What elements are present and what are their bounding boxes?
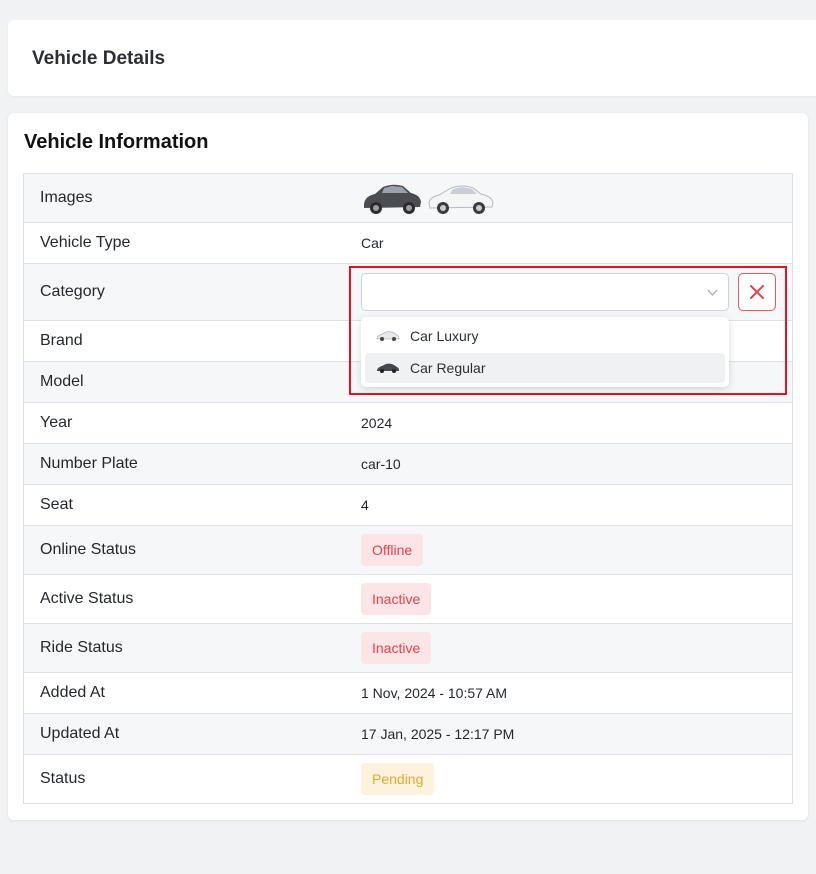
table-row: Number Plate car-10 — [23, 443, 793, 485]
dropdown-option-car-regular[interactable]: Car Regular — [365, 353, 725, 383]
page-title: Vehicle Details — [32, 48, 166, 69]
row-label: Vehicle Type — [23, 222, 361, 264]
row-label: Active Status — [23, 574, 361, 624]
row-label: Status — [23, 754, 361, 804]
row-label: Updated At — [23, 713, 361, 755]
row-label: Number Plate — [23, 443, 361, 485]
table-row: Vehicle Type Car — [23, 222, 793, 264]
category-dropdown-menu: Car Luxury Car Regular — [361, 317, 729, 387]
dropdown-option-car-luxury[interactable]: Car Luxury — [365, 321, 725, 351]
row-label: Seat — [23, 484, 361, 526]
option-label: Car Regular — [410, 360, 486, 376]
row-label: Ride Status — [23, 623, 361, 673]
car-image-icon[interactable] — [361, 180, 423, 216]
row-value: 17 Jan, 2025 - 12:17 PM — [361, 713, 793, 755]
table-row: Images — [23, 173, 793, 223]
table-row: Ride Status Inactive — [23, 623, 793, 673]
row-value: 4 — [361, 484, 793, 526]
table-row: Active Status Inactive — [23, 574, 793, 624]
row-value: car-10 — [361, 443, 793, 485]
row-label: Online Status — [23, 525, 361, 575]
vehicle-images — [361, 180, 792, 216]
row-label: Year — [23, 402, 361, 444]
page-header: Vehicle Details — [8, 20, 816, 96]
status-badge: Inactive — [361, 632, 432, 664]
table-row: Updated At 17 Jan, 2025 - 12:17 PM — [23, 713, 793, 755]
vehicle-info-card: Vehicle Information Images Vehicle Type … — [8, 113, 808, 820]
option-label: Car Luxury — [410, 328, 479, 344]
table-row: Year 2024 — [23, 402, 793, 444]
close-icon — [750, 285, 764, 299]
row-value: 2024 — [361, 402, 793, 444]
section-title: Vehicle Information — [24, 131, 209, 153]
clear-category-button[interactable] — [738, 273, 776, 311]
status-badge: Inactive — [361, 583, 432, 615]
table-row: Online Status Offline — [23, 525, 793, 575]
chevron-down-icon — [707, 285, 718, 299]
row-label: Images — [23, 173, 361, 223]
status-badge: Offline — [361, 534, 424, 566]
row-label: Model — [23, 361, 361, 403]
row-label: Brand — [23, 320, 361, 362]
car-image-icon — [376, 330, 400, 342]
category-select[interactable] — [361, 273, 729, 311]
row-label: Category — [23, 263, 361, 321]
table-row: Status Pending — [23, 754, 793, 804]
row-value: Car — [361, 222, 793, 264]
status-badge: Pending — [361, 763, 435, 795]
car-image-icon[interactable] — [427, 180, 495, 216]
table-row: Seat 4 — [23, 484, 793, 526]
row-label: Added At — [23, 672, 361, 714]
table-row: Added At 1 Nov, 2024 - 10:57 AM — [23, 672, 793, 714]
row-value: 1 Nov, 2024 - 10:57 AM — [361, 672, 793, 714]
car-image-icon — [376, 362, 400, 374]
